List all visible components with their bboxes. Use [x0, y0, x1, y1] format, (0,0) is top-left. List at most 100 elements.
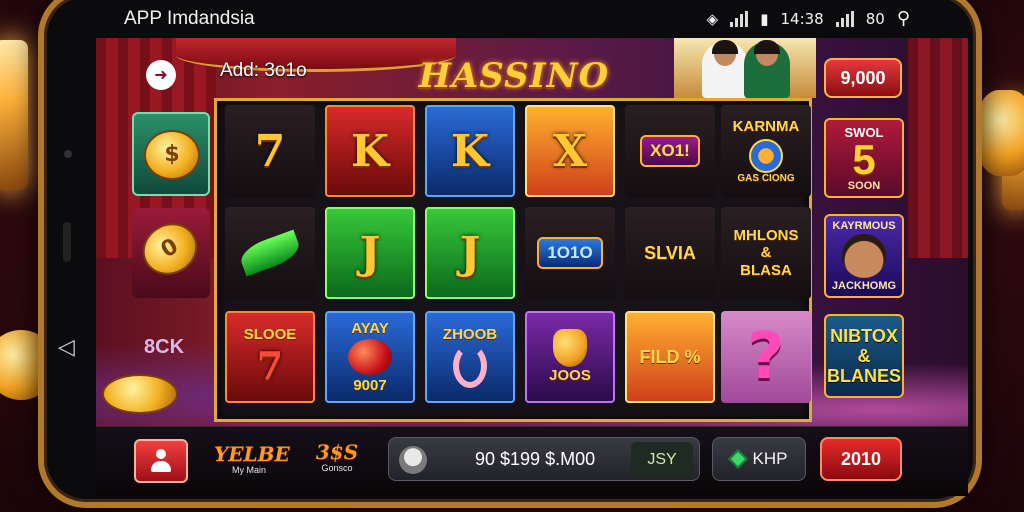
battery-icon: ▮ [760, 9, 769, 28]
host-woman [702, 40, 748, 98]
reel-5: XO1! SLVIA FILD % [621, 105, 717, 421]
side-tile-coin-2[interactable]: 0 [132, 208, 210, 298]
symbol-glyph: K [350, 125, 390, 177]
apple-icon [348, 339, 392, 375]
symbol-word-sub: JOOS [549, 367, 591, 385]
top-balance-button[interactable]: 9,000 [824, 58, 902, 98]
reel-symbol [225, 207, 315, 299]
symbol-glyph: 7 [254, 125, 286, 177]
fish-icon [452, 343, 487, 388]
bonus-tile-2-top: KAYRMOUS [832, 220, 896, 232]
bonus-tile-3-line2: & [857, 346, 871, 366]
app-title: APP Imdandsia [124, 8, 255, 29]
khp-label: KHP [752, 449, 788, 468]
symbol-word-sub: BLASA [740, 261, 792, 279]
symbol-word: SLOOE [243, 325, 297, 343]
badge-icon [748, 138, 783, 173]
add-label: Add: 3o1o [220, 60, 307, 81]
bottom-logo-a[interactable]: YELBE My Main [214, 442, 290, 475]
reel-2: K J AYAY 9007 [321, 105, 417, 421]
symbol-glyph: X [552, 125, 588, 177]
symbol-pill: 1O1O [537, 237, 603, 269]
symbol-content: FILD % [640, 347, 701, 368]
reel-symbol: JOOS [525, 311, 615, 403]
side-tile-coin-1[interactable]: $ [132, 112, 210, 196]
khp-button[interactable]: KHP [712, 437, 806, 481]
coin-icon: $ [144, 130, 200, 180]
wallet-avatar [399, 446, 427, 474]
status-time: 14:38 [780, 9, 824, 28]
status-icons: ◈ ▮ 14:38 80 ⚲ [707, 8, 910, 29]
bonus-tile-1[interactable]: SWOL 5 SOON [824, 118, 904, 198]
bonus-tile-1-big: 5 [852, 135, 876, 183]
reel-symbol: J [425, 207, 515, 299]
floor-coin-icon [102, 374, 178, 414]
symbol-content: K [351, 126, 389, 177]
reel-symbol: K [425, 105, 515, 197]
signal-icon [730, 10, 749, 27]
side-label: 8CK [144, 336, 185, 358]
back-button[interactable]: ➜ [146, 60, 176, 90]
bottom-logo-a-title: YELBE [214, 442, 290, 466]
reel-1: 7 SLOOE 7 [221, 105, 317, 421]
symbol-content: SLOOE 7 [244, 326, 297, 388]
reel-symbol: MHLONS & BLASA [721, 207, 811, 299]
bottom-logo-b-sub: Gonsco [321, 463, 353, 473]
game-logo: HASSINO [418, 56, 610, 96]
symbol-word: ZHOOB [442, 326, 498, 344]
reel-symbol: K [325, 105, 415, 197]
symbol-glyph: K [450, 125, 490, 177]
symbol-word-sub: 9007 [353, 377, 387, 394]
reel-symbol: SLOOE 7 [225, 311, 315, 403]
reel-symbol: XO1! [625, 105, 715, 197]
portrait-icon [842, 234, 886, 278]
symbol-word: AYAY [351, 319, 389, 337]
bonus-tile-3[interactable]: NIBTOX & BLANES [824, 314, 904, 398]
bonus-tile-1-bottom: SOON [847, 179, 881, 192]
symbol-content: AYAY 9007 [348, 320, 392, 395]
bottom-logo-a-sub: My Main [231, 465, 266, 475]
currency-button[interactable]: JSY [631, 442, 693, 478]
symbol-pill: XO1! [640, 135, 700, 167]
reel-symbol: ? [721, 311, 811, 403]
symbol-content: MHLONS & BLASA [734, 227, 799, 279]
hosts-banner [674, 38, 816, 98]
symbol-content: XO1! [640, 135, 700, 167]
reel-3: K J ZHOOB [421, 105, 517, 421]
reel-symbol: 7 [225, 105, 315, 197]
symbol-word: SLVIA [644, 242, 696, 263]
symbol-content: ZHOOB [442, 326, 498, 388]
bonus-tile-2-bottom: JACKHOMG [831, 280, 897, 292]
reel-grid: 7 SLOOE 7 K J AYAY 9007 K J ZHOOB X 1O1O JOOS XO1! SLV… [214, 98, 812, 422]
coin-icon: 0 [133, 213, 207, 285]
symbol-content: 1O1O [537, 237, 603, 269]
bottom-bar: YELBE My Main 3$S Gonsco 90 $199 $.M00 J… [96, 426, 968, 496]
bonus-tile-3-line3: BLANES [826, 366, 901, 386]
decor-lamp-left [0, 40, 28, 190]
reel-4: X 1O1O JOOS [521, 105, 617, 421]
reel-symbol: X [525, 105, 615, 197]
bonus-tile-3-line1: NIBTOX [830, 326, 898, 346]
fruit-icon [553, 329, 587, 368]
nav-back-icon[interactable]: ◁ [58, 337, 75, 359]
host-man [744, 40, 790, 98]
symbol-content: 7 [255, 126, 286, 177]
spin-bet-button[interactable]: 2010 [820, 437, 902, 481]
vibrate-icon: ◈ [706, 9, 719, 28]
search-icon[interactable]: ⚲ [897, 8, 910, 29]
symbol-content: J [460, 228, 481, 279]
game-screen: ➜ Add: 3o1o HASSINO 9,000 $ 0 8CK 7 SLOOE… [96, 38, 968, 496]
curtain-right [908, 38, 968, 258]
front-camera [64, 150, 72, 158]
symbol-word-mid: & [760, 244, 772, 262]
gem-icon [727, 449, 748, 469]
wallet-panel[interactable]: 90 $199 $.M00 JSY [388, 437, 700, 481]
reel-symbol: KARNMA GAS CIONG [721, 105, 811, 197]
profile-button[interactable] [134, 439, 188, 483]
reel-symbol: J [325, 207, 415, 299]
bottom-logo-b[interactable]: 3$S Gonsco [312, 441, 362, 473]
symbol-content: X [553, 126, 587, 177]
wallet-amount: 90 $199 $.M00 [475, 449, 596, 469]
reel-symbol: AYAY 9007 [325, 311, 415, 403]
bonus-tile-2[interactable]: KAYRMOUS JACKHOMG [824, 214, 904, 298]
